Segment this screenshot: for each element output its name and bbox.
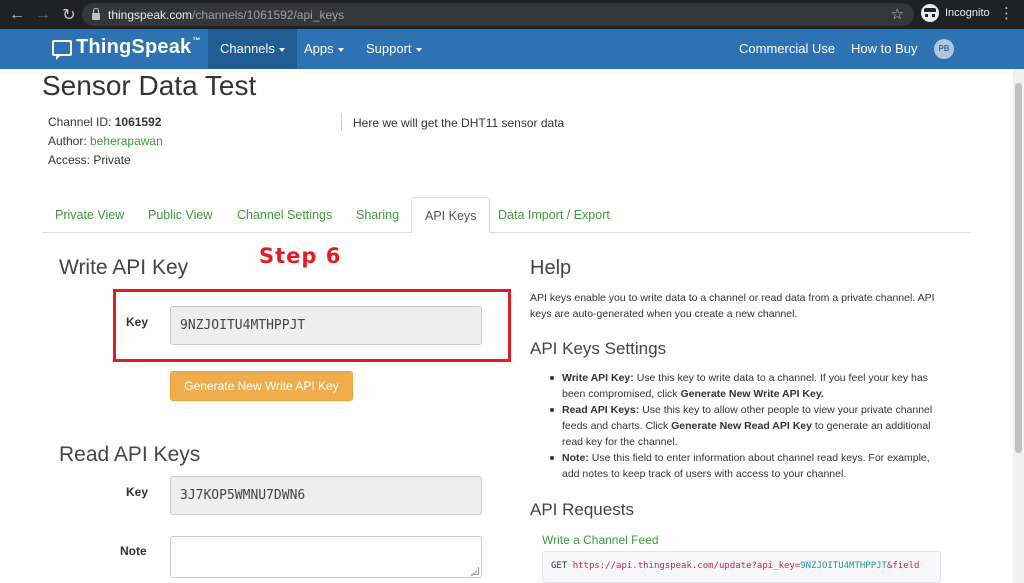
tab-public-view[interactable]: Public View	[135, 197, 225, 233]
request-code-block: GET https://api.thingspeak.com/update?ap…	[542, 551, 941, 583]
star-icon[interactable]: ☆	[891, 5, 904, 23]
api-requests-heading: API Requests	[530, 500, 634, 519]
read-api-keys-heading: Read API Keys	[59, 443, 201, 466]
url-text[interactable]: thingspeak.com/channels/1061592/api_keys	[108, 8, 344, 22]
author-link[interactable]: beherapawan	[90, 134, 163, 148]
lock-icon[interactable]	[92, 8, 100, 20]
tab-data-import-export[interactable]: Data Import / Export	[485, 197, 623, 233]
note-label: Note	[120, 544, 147, 558]
caret-down-icon	[415, 47, 422, 52]
page-title: Sensor Data Test	[42, 70, 257, 101]
page-scrollbar[interactable]	[1013, 69, 1024, 583]
back-arrow-icon[interactable]: ←	[4, 6, 30, 24]
list-item: Write API Key: Use this key to write dat…	[548, 370, 946, 402]
forward-arrow-icon[interactable]: →	[30, 6, 56, 24]
channel-access: Access: Private	[48, 153, 131, 167]
read-api-key-field[interactable]: 3J7KOP5WMNU7DWN6	[170, 476, 482, 515]
address-bar[interactable]: thingspeak.com/channels/1061592/api_keys…	[82, 3, 914, 26]
site-navbar: ThingSpeak™ Channels Apps Support Commer…	[0, 29, 1024, 69]
channel-description: Here we will get the DHT11 sensor data	[353, 116, 565, 130]
incognito-label: Incognito	[945, 7, 990, 19]
help-heading: Help	[530, 257, 572, 279]
header-divider	[341, 113, 342, 131]
write-api-key-heading: Write API Key	[59, 256, 189, 279]
nav-how-to-buy[interactable]: How to Buy	[851, 29, 917, 69]
tab-channel-settings[interactable]: Channel Settings	[224, 197, 345, 233]
url-host: thingspeak.com	[108, 7, 193, 22]
nav-apps[interactable]: Apps	[304, 29, 344, 69]
browser-toolbar: ← → ↻ thingspeak.com/channels/1061592/ap…	[0, 0, 1024, 29]
settings-bullet-list: Write API Key: Use this key to write dat…	[548, 370, 946, 482]
channel-id: Channel ID: 1061592	[48, 115, 162, 129]
tab-api-keys[interactable]: API Keys	[411, 197, 491, 234]
logo-text: ThingSpeak™	[76, 36, 201, 58]
url-path: /channels/1061592/api_keys	[192, 7, 345, 22]
channel-tabs: Private View Public View Channel Setting…	[42, 197, 970, 234]
tab-private-view[interactable]: Private View	[42, 197, 137, 233]
caret-down-icon	[337, 47, 344, 52]
list-item: Read API Keys: Use this key to allow oth…	[548, 402, 946, 450]
incognito-indicator[interactable]: Incognito	[921, 4, 990, 22]
speech-bubble-icon	[52, 39, 72, 60]
caret-down-icon	[278, 47, 285, 52]
list-item: Note: Use this field to enter informatio…	[548, 450, 946, 482]
thingspeak-logo[interactable]: ThingSpeak™	[52, 36, 201, 60]
nav-support[interactable]: Support	[366, 29, 422, 69]
write-api-key-field[interactable]: 9NZJOITU4MTHPPJT	[170, 306, 482, 345]
api-keys-settings-heading: API Keys Settings	[530, 339, 667, 358]
nav-channels[interactable]: Channels	[208, 29, 297, 69]
avatar[interactable]: PB	[934, 39, 954, 59]
reload-icon[interactable]: ↻	[56, 5, 82, 25]
generate-write-key-button[interactable]: Generate New Write API Key	[170, 371, 353, 401]
write-channel-feed-link[interactable]: Write a Channel Feed	[542, 533, 659, 547]
resize-grip-icon[interactable]	[471, 567, 479, 575]
note-textarea[interactable]	[170, 536, 482, 578]
scrollbar-thumb[interactable]	[1015, 83, 1022, 453]
incognito-icon	[921, 4, 939, 22]
step-annotation: Step 6	[259, 244, 342, 268]
tab-sharing[interactable]: Sharing	[343, 197, 412, 233]
read-key-label: Key	[126, 485, 149, 499]
help-paragraph: API keys enable you to write data to a c…	[530, 292, 935, 320]
write-key-label: Key	[126, 315, 149, 329]
kebab-menu-icon[interactable]: ⋮	[999, 6, 1014, 21]
nav-commercial-use[interactable]: Commercial Use	[739, 29, 835, 69]
channel-author: Author: beherapawan	[48, 134, 163, 148]
